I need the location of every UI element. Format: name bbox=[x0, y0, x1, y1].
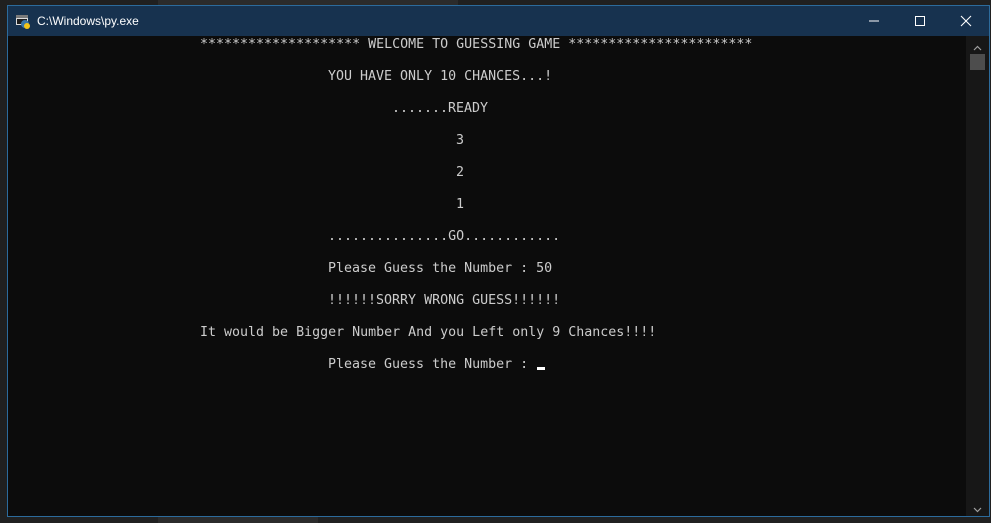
vertical-scrollbar[interactable] bbox=[966, 36, 989, 516]
python-icon bbox=[15, 13, 31, 29]
window-controls bbox=[851, 6, 989, 36]
console-window: C:\Windows\py.exe ******************** W… bbox=[7, 5, 990, 517]
chevron-down-icon bbox=[973, 498, 982, 517]
console-input-line[interactable]: Please Guess the Number : bbox=[328, 357, 546, 373]
console-line: !!!!!!SORRY WRONG GUESS!!!!!! bbox=[328, 293, 561, 308]
console-output[interactable]: ******************** WELCOME TO GUESSING… bbox=[8, 36, 966, 516]
console-line: Please Guess the Number : 50 bbox=[328, 261, 553, 276]
close-button[interactable] bbox=[943, 6, 989, 36]
maximize-button[interactable] bbox=[897, 6, 943, 36]
console-line: YOU HAVE ONLY 10 CHANCES...! bbox=[328, 69, 553, 84]
console-line: 1 bbox=[456, 197, 465, 212]
scroll-down-button[interactable] bbox=[966, 499, 989, 515]
console-line: ******************** WELCOME TO GUESSING… bbox=[200, 37, 753, 52]
scroll-thumb[interactable] bbox=[970, 54, 985, 70]
console-line: 2 bbox=[456, 165, 465, 180]
title-bar[interactable]: C:\Windows\py.exe bbox=[8, 6, 989, 36]
maximize-icon bbox=[914, 12, 926, 31]
window-title: C:\Windows\py.exe bbox=[37, 14, 139, 28]
close-icon bbox=[960, 12, 972, 31]
console-line: .......READY bbox=[392, 101, 489, 116]
console-line: 3 bbox=[456, 133, 465, 148]
input-prompt: Please Guess the Number : bbox=[328, 357, 537, 372]
minimize-icon bbox=[868, 12, 880, 31]
chevron-up-icon bbox=[973, 36, 982, 55]
minimize-button[interactable] bbox=[851, 6, 897, 36]
console-line: ...............GO............ bbox=[328, 229, 561, 244]
console-line: It would be Bigger Number And you Left o… bbox=[200, 325, 657, 340]
scroll-up-button[interactable] bbox=[966, 37, 989, 53]
text-cursor bbox=[537, 367, 546, 370]
